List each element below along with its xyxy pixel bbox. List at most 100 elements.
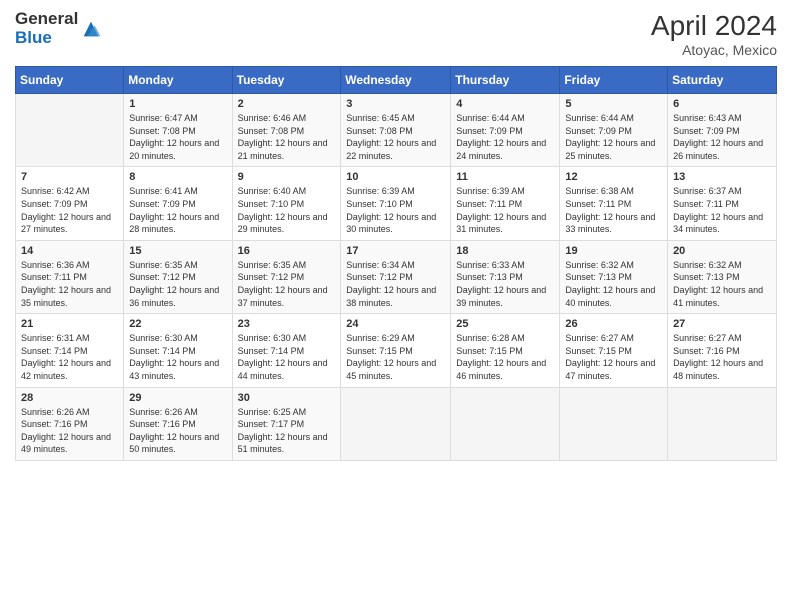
day-number: 9 <box>238 171 336 183</box>
weekday-header-cell: Wednesday <box>341 67 451 94</box>
logo: General Blue <box>15 10 102 47</box>
day-number: 18 <box>456 245 554 257</box>
calendar-day-cell: 6 Sunrise: 6:43 AMSunset: 7:09 PMDaylight… <box>668 94 777 167</box>
calendar-day-cell: 23 Sunrise: 6:30 AMSunset: 7:14 PMDayligh… <box>232 314 341 387</box>
day-info: Sunrise: 6:27 AMSunset: 7:16 PMDaylight:… <box>673 332 771 382</box>
day-info: Sunrise: 6:39 AMSunset: 7:10 PMDaylight:… <box>346 185 445 235</box>
calendar-day-cell: 26 Sunrise: 6:27 AMSunset: 7:15 PMDayligh… <box>560 314 668 387</box>
calendar-day-cell: 29Sunrise: 6:26 AMSunset: 7:16 PMDayligh… <box>124 387 232 460</box>
calendar-day-cell: 3 Sunrise: 6:45 AMSunset: 7:08 PMDaylight… <box>341 94 451 167</box>
calendar-day-cell: 16 Sunrise: 6:35 AMSunset: 7:12 PMDayligh… <box>232 240 341 313</box>
day-info: Sunrise: 6:25 AMSunset: 7:17 PMDaylight:… <box>238 406 336 456</box>
day-info: Sunrise: 6:26 AMSunset: 7:16 PMDaylight:… <box>21 406 118 456</box>
day-number: 5 <box>565 98 662 110</box>
calendar-day-cell: 22 Sunrise: 6:30 AMSunset: 7:14 PMDayligh… <box>124 314 232 387</box>
day-info: Sunrise: 6:33 AMSunset: 7:13 PMDaylight:… <box>456 259 554 309</box>
day-number: 2 <box>238 98 336 110</box>
day-info: Sunrise: 6:44 AMSunset: 7:09 PMDaylight:… <box>456 112 554 162</box>
calendar-week-row: 7 Sunrise: 6:42 AMSunset: 7:09 PMDaylight… <box>16 167 777 240</box>
month-year: April 2024 <box>651 10 777 42</box>
day-info: Sunrise: 6:27 AMSunset: 7:15 PMDaylight:… <box>565 332 662 382</box>
logo-icon <box>80 18 102 40</box>
calendar-day-cell: 17Sunrise: 6:34 AMSunset: 7:12 PMDayligh… <box>341 240 451 313</box>
calendar-day-cell: 7 Sunrise: 6:42 AMSunset: 7:09 PMDaylight… <box>16 167 124 240</box>
logo-general: General <box>15 10 78 29</box>
calendar-week-row: 1Sunrise: 6:47 AMSunset: 7:08 PMDaylight… <box>16 94 777 167</box>
calendar-day-cell: 10 Sunrise: 6:39 AMSunset: 7:10 PMDayligh… <box>341 167 451 240</box>
day-number: 20 <box>673 245 771 257</box>
calendar-day-cell: 21Sunrise: 6:31 AMSunset: 7:14 PMDayligh… <box>16 314 124 387</box>
calendar-day-cell: 15Sunrise: 6:35 AMSunset: 7:12 PMDayligh… <box>124 240 232 313</box>
day-number: 30 <box>238 392 336 404</box>
calendar-day-cell: 19Sunrise: 6:32 AMSunset: 7:13 PMDayligh… <box>560 240 668 313</box>
day-info: Sunrise: 6:34 AMSunset: 7:12 PMDaylight:… <box>346 259 445 309</box>
location: Atoyac, Mexico <box>651 42 777 58</box>
day-number: 7 <box>21 171 118 183</box>
weekday-header-cell: Thursday <box>451 67 560 94</box>
header: General Blue April 2024 Atoyac, Mexico <box>15 10 777 58</box>
day-info: Sunrise: 6:46 AMSunset: 7:08 PMDaylight:… <box>238 112 336 162</box>
day-number: 11 <box>456 171 554 183</box>
day-info: Sunrise: 6:32 AMSunset: 7:13 PMDaylight:… <box>565 259 662 309</box>
day-info: Sunrise: 6:26 AMSunset: 7:16 PMDaylight:… <box>129 406 226 456</box>
page: General Blue April 2024 Atoyac, Mexico S… <box>0 0 792 612</box>
day-number: 21 <box>21 318 118 330</box>
calendar-day-cell: 30 Sunrise: 6:25 AMSunset: 7:17 PMDayligh… <box>232 387 341 460</box>
calendar-day-cell: 18 Sunrise: 6:33 AMSunset: 7:13 PMDayligh… <box>451 240 560 313</box>
day-number: 16 <box>238 245 336 257</box>
weekday-header-cell: Sunday <box>16 67 124 94</box>
day-info: Sunrise: 6:35 AMSunset: 7:12 PMDaylight:… <box>129 259 226 309</box>
day-info: Sunrise: 6:32 AMSunset: 7:13 PMDaylight:… <box>673 259 771 309</box>
day-number: 3 <box>346 98 445 110</box>
day-info: Sunrise: 6:28 AMSunset: 7:15 PMDaylight:… <box>456 332 554 382</box>
calendar-day-cell: 20 Sunrise: 6:32 AMSunset: 7:13 PMDayligh… <box>668 240 777 313</box>
day-info: Sunrise: 6:45 AMSunset: 7:08 PMDaylight:… <box>346 112 445 162</box>
weekday-header-cell: Tuesday <box>232 67 341 94</box>
calendar-day-cell: 25 Sunrise: 6:28 AMSunset: 7:15 PMDayligh… <box>451 314 560 387</box>
day-info: Sunrise: 6:43 AMSunset: 7:09 PMDaylight:… <box>673 112 771 162</box>
calendar-day-cell <box>341 387 451 460</box>
day-number: 10 <box>346 171 445 183</box>
day-info: Sunrise: 6:42 AMSunset: 7:09 PMDaylight:… <box>21 185 118 235</box>
title-block: April 2024 Atoyac, Mexico <box>651 10 777 58</box>
day-number: 22 <box>129 318 226 330</box>
logo-text: General Blue <box>15 10 78 47</box>
day-number: 26 <box>565 318 662 330</box>
day-info: Sunrise: 6:30 AMSunset: 7:14 PMDaylight:… <box>238 332 336 382</box>
day-number: 25 <box>456 318 554 330</box>
day-number: 8 <box>129 171 226 183</box>
day-number: 28 <box>21 392 118 404</box>
calendar-week-row: 14Sunrise: 6:36 AMSunset: 7:11 PMDayligh… <box>16 240 777 313</box>
day-info: Sunrise: 6:30 AMSunset: 7:14 PMDaylight:… <box>129 332 226 382</box>
calendar-day-cell: 4 Sunrise: 6:44 AMSunset: 7:09 PMDaylight… <box>451 94 560 167</box>
calendar-day-cell: 9 Sunrise: 6:40 AMSunset: 7:10 PMDaylight… <box>232 167 341 240</box>
day-number: 24 <box>346 318 445 330</box>
logo-blue: Blue <box>15 29 78 48</box>
day-info: Sunrise: 6:37 AMSunset: 7:11 PMDaylight:… <box>673 185 771 235</box>
calendar-week-row: 28 Sunrise: 6:26 AMSunset: 7:16 PMDayligh… <box>16 387 777 460</box>
day-info: Sunrise: 6:39 AMSunset: 7:11 PMDaylight:… <box>456 185 554 235</box>
calendar-day-cell: 2 Sunrise: 6:46 AMSunset: 7:08 PMDaylight… <box>232 94 341 167</box>
calendar-day-cell: 14Sunrise: 6:36 AMSunset: 7:11 PMDayligh… <box>16 240 124 313</box>
day-info: Sunrise: 6:35 AMSunset: 7:12 PMDaylight:… <box>238 259 336 309</box>
day-info: Sunrise: 6:36 AMSunset: 7:11 PMDaylight:… <box>21 259 118 309</box>
calendar-day-cell: 27Sunrise: 6:27 AMSunset: 7:16 PMDayligh… <box>668 314 777 387</box>
calendar-body: 1Sunrise: 6:47 AMSunset: 7:08 PMDaylight… <box>16 94 777 461</box>
calendar-day-cell: 12 Sunrise: 6:38 AMSunset: 7:11 PMDayligh… <box>560 167 668 240</box>
calendar-table: SundayMondayTuesdayWednesdayThursdayFrid… <box>15 66 777 461</box>
weekday-header-cell: Monday <box>124 67 232 94</box>
calendar-day-cell: 28 Sunrise: 6:26 AMSunset: 7:16 PMDayligh… <box>16 387 124 460</box>
day-number: 12 <box>565 171 662 183</box>
calendar-day-cell <box>451 387 560 460</box>
day-number: 6 <box>673 98 771 110</box>
calendar-day-cell: 8Sunrise: 6:41 AMSunset: 7:09 PMDaylight… <box>124 167 232 240</box>
day-number: 4 <box>456 98 554 110</box>
calendar-day-cell <box>668 387 777 460</box>
day-number: 23 <box>238 318 336 330</box>
weekday-header-cell: Saturday <box>668 67 777 94</box>
day-info: Sunrise: 6:38 AMSunset: 7:11 PMDaylight:… <box>565 185 662 235</box>
day-info: Sunrise: 6:40 AMSunset: 7:10 PMDaylight:… <box>238 185 336 235</box>
day-info: Sunrise: 6:44 AMSunset: 7:09 PMDaylight:… <box>565 112 662 162</box>
calendar-day-cell: 24Sunrise: 6:29 AMSunset: 7:15 PMDayligh… <box>341 314 451 387</box>
day-number: 1 <box>129 98 226 110</box>
